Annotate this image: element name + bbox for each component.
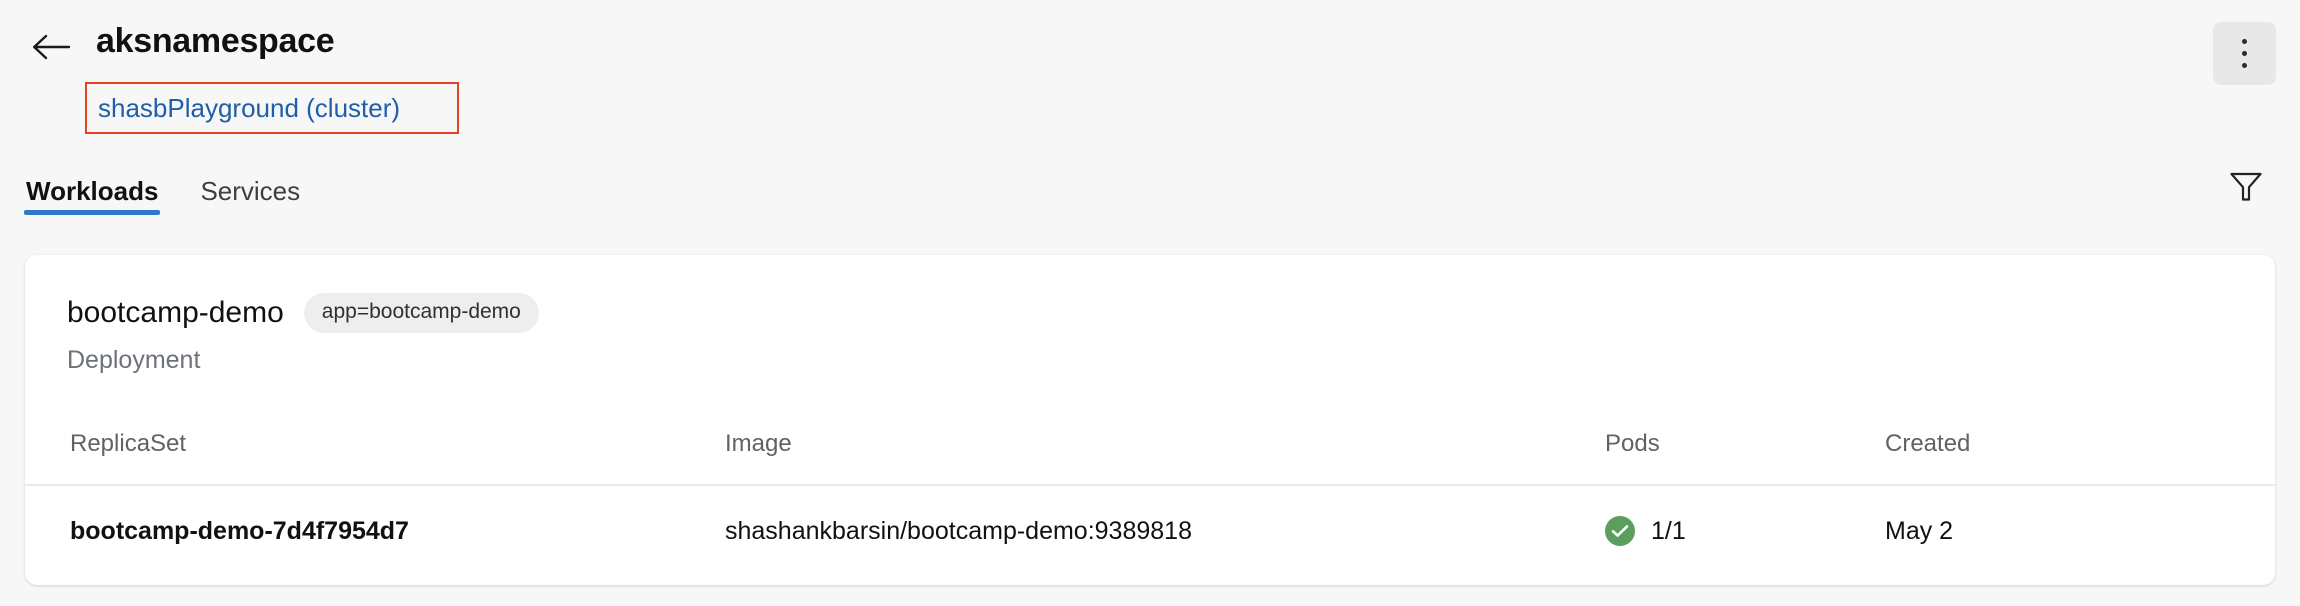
workload-card-header: bootcamp-demo app=bootcamp-demo Deployme… [25,255,2275,375]
back-button[interactable] [24,26,78,68]
cluster-link[interactable]: shasbPlayground (cluster) [98,92,400,124]
filter-button[interactable] [2216,160,2276,214]
title-block: aksnamespace [96,20,335,62]
tabs-bar: Workloads Services [0,150,2300,223]
arrow-left-icon [31,34,71,60]
column-header-created: Created [1885,430,2275,486]
tab-list: Workloads Services [24,150,302,223]
workload-kind: Deployment [67,346,201,374]
table-header: ReplicaSet Image Pods Created [25,430,2275,486]
column-header-replicaset: ReplicaSet [25,430,725,486]
kebab-menu-icon [2242,39,2247,44]
tab-services[interactable]: Services [198,150,302,223]
workload-title-row: bootcamp-demo app=bootcamp-demo [67,293,2275,333]
cell-pods: 1/1 [1605,485,1885,546]
column-header-image: Image [725,430,1605,486]
pods-count: 1/1 [1651,517,1686,545]
table-header-row: ReplicaSet Image Pods Created [25,430,2275,486]
cell-replicaset: bootcamp-demo-7d4f7954d7 [70,517,409,545]
kebab-menu-icon-dot [2242,51,2247,56]
table-row[interactable]: bootcamp-demo-7d4f7954d7 shashankbarsin/… [25,485,2275,546]
filter-funnel-icon [2229,170,2263,205]
column-header-pods: Pods [1605,430,1885,486]
cell-created: May 2 [1885,517,1954,545]
kebab-menu-icon-dot [2242,63,2247,68]
replicaset-table: ReplicaSet Image Pods Created bootcamp-d… [25,430,2275,546]
workload-name: bootcamp-demo [67,296,284,329]
overflow-menu-button[interactable] [2213,22,2276,85]
table-body: bootcamp-demo-7d4f7954d7 shashankbarsin/… [25,485,2275,546]
workload-label-chip: app=bootcamp-demo [303,293,539,333]
workload-card: bootcamp-demo app=bootcamp-demo Deployme… [25,255,2275,585]
pods-status-group: 1/1 [1605,516,1885,546]
tab-workloads[interactable]: Workloads [24,150,161,223]
check-circle-icon [1605,516,1635,546]
cell-image: shashankbarsin/bootcamp-demo:9389818 [725,517,1192,545]
page-title: aksnamespace [96,22,335,60]
page-header: aksnamespace shasbPlayground (cluster) [0,0,2300,150]
